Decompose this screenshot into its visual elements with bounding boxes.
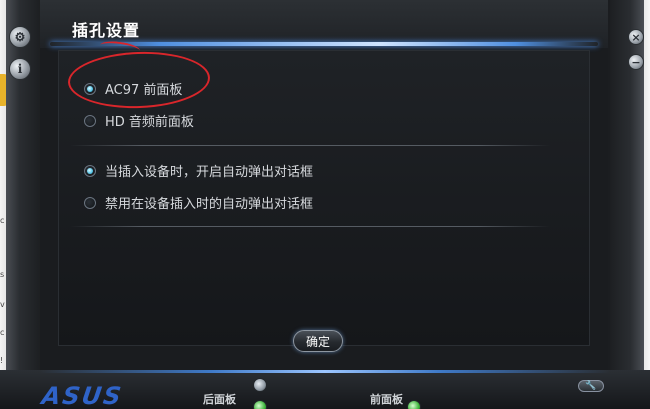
radio-label: 当插入设备时，开启自动弹出对话框 (105, 165, 314, 180)
bottom-glow-line (40, 370, 610, 373)
rear-panel-label: 后面板 (203, 393, 236, 406)
radio-enable-auto-popup[interactable]: 当插入设备时，开启自动弹出对话框 (84, 161, 313, 180)
section-divider (70, 145, 550, 146)
radio-button-checked[interactable] (84, 164, 96, 177)
minimize-icon[interactable]: − (628, 54, 644, 70)
asus-logo: ASUS (40, 382, 125, 409)
ok-button[interactable]: 确定 (293, 330, 343, 352)
close-icon[interactable]: × (628, 29, 644, 45)
radio-button[interactable] (84, 114, 96, 127)
radio-disable-auto-popup[interactable]: 禁用在设备插入时的自动弹出对话框 (84, 193, 313, 212)
dialog-title: 插孔设置 (72, 21, 141, 40)
radio-hd-audio-front-panel[interactable]: HD 音频前面板 (84, 111, 194, 130)
radio-button[interactable] (84, 196, 96, 209)
wrench-icon[interactable]: 🔧 (578, 380, 604, 392)
rear-jack-icon[interactable] (253, 378, 267, 392)
section-divider (70, 226, 550, 227)
front-panel-label: 前面板 (370, 393, 403, 406)
radio-label: 禁用在设备插入时的自动弹出对话框 (105, 197, 314, 212)
info-icon[interactable]: i (9, 58, 31, 80)
radio-label: HD 音频前面板 (105, 115, 194, 130)
front-green-jack-icon[interactable] (407, 400, 421, 409)
rear-green-jack-icon[interactable] (253, 400, 267, 409)
gear-icon[interactable]: ⚙ (9, 26, 31, 48)
